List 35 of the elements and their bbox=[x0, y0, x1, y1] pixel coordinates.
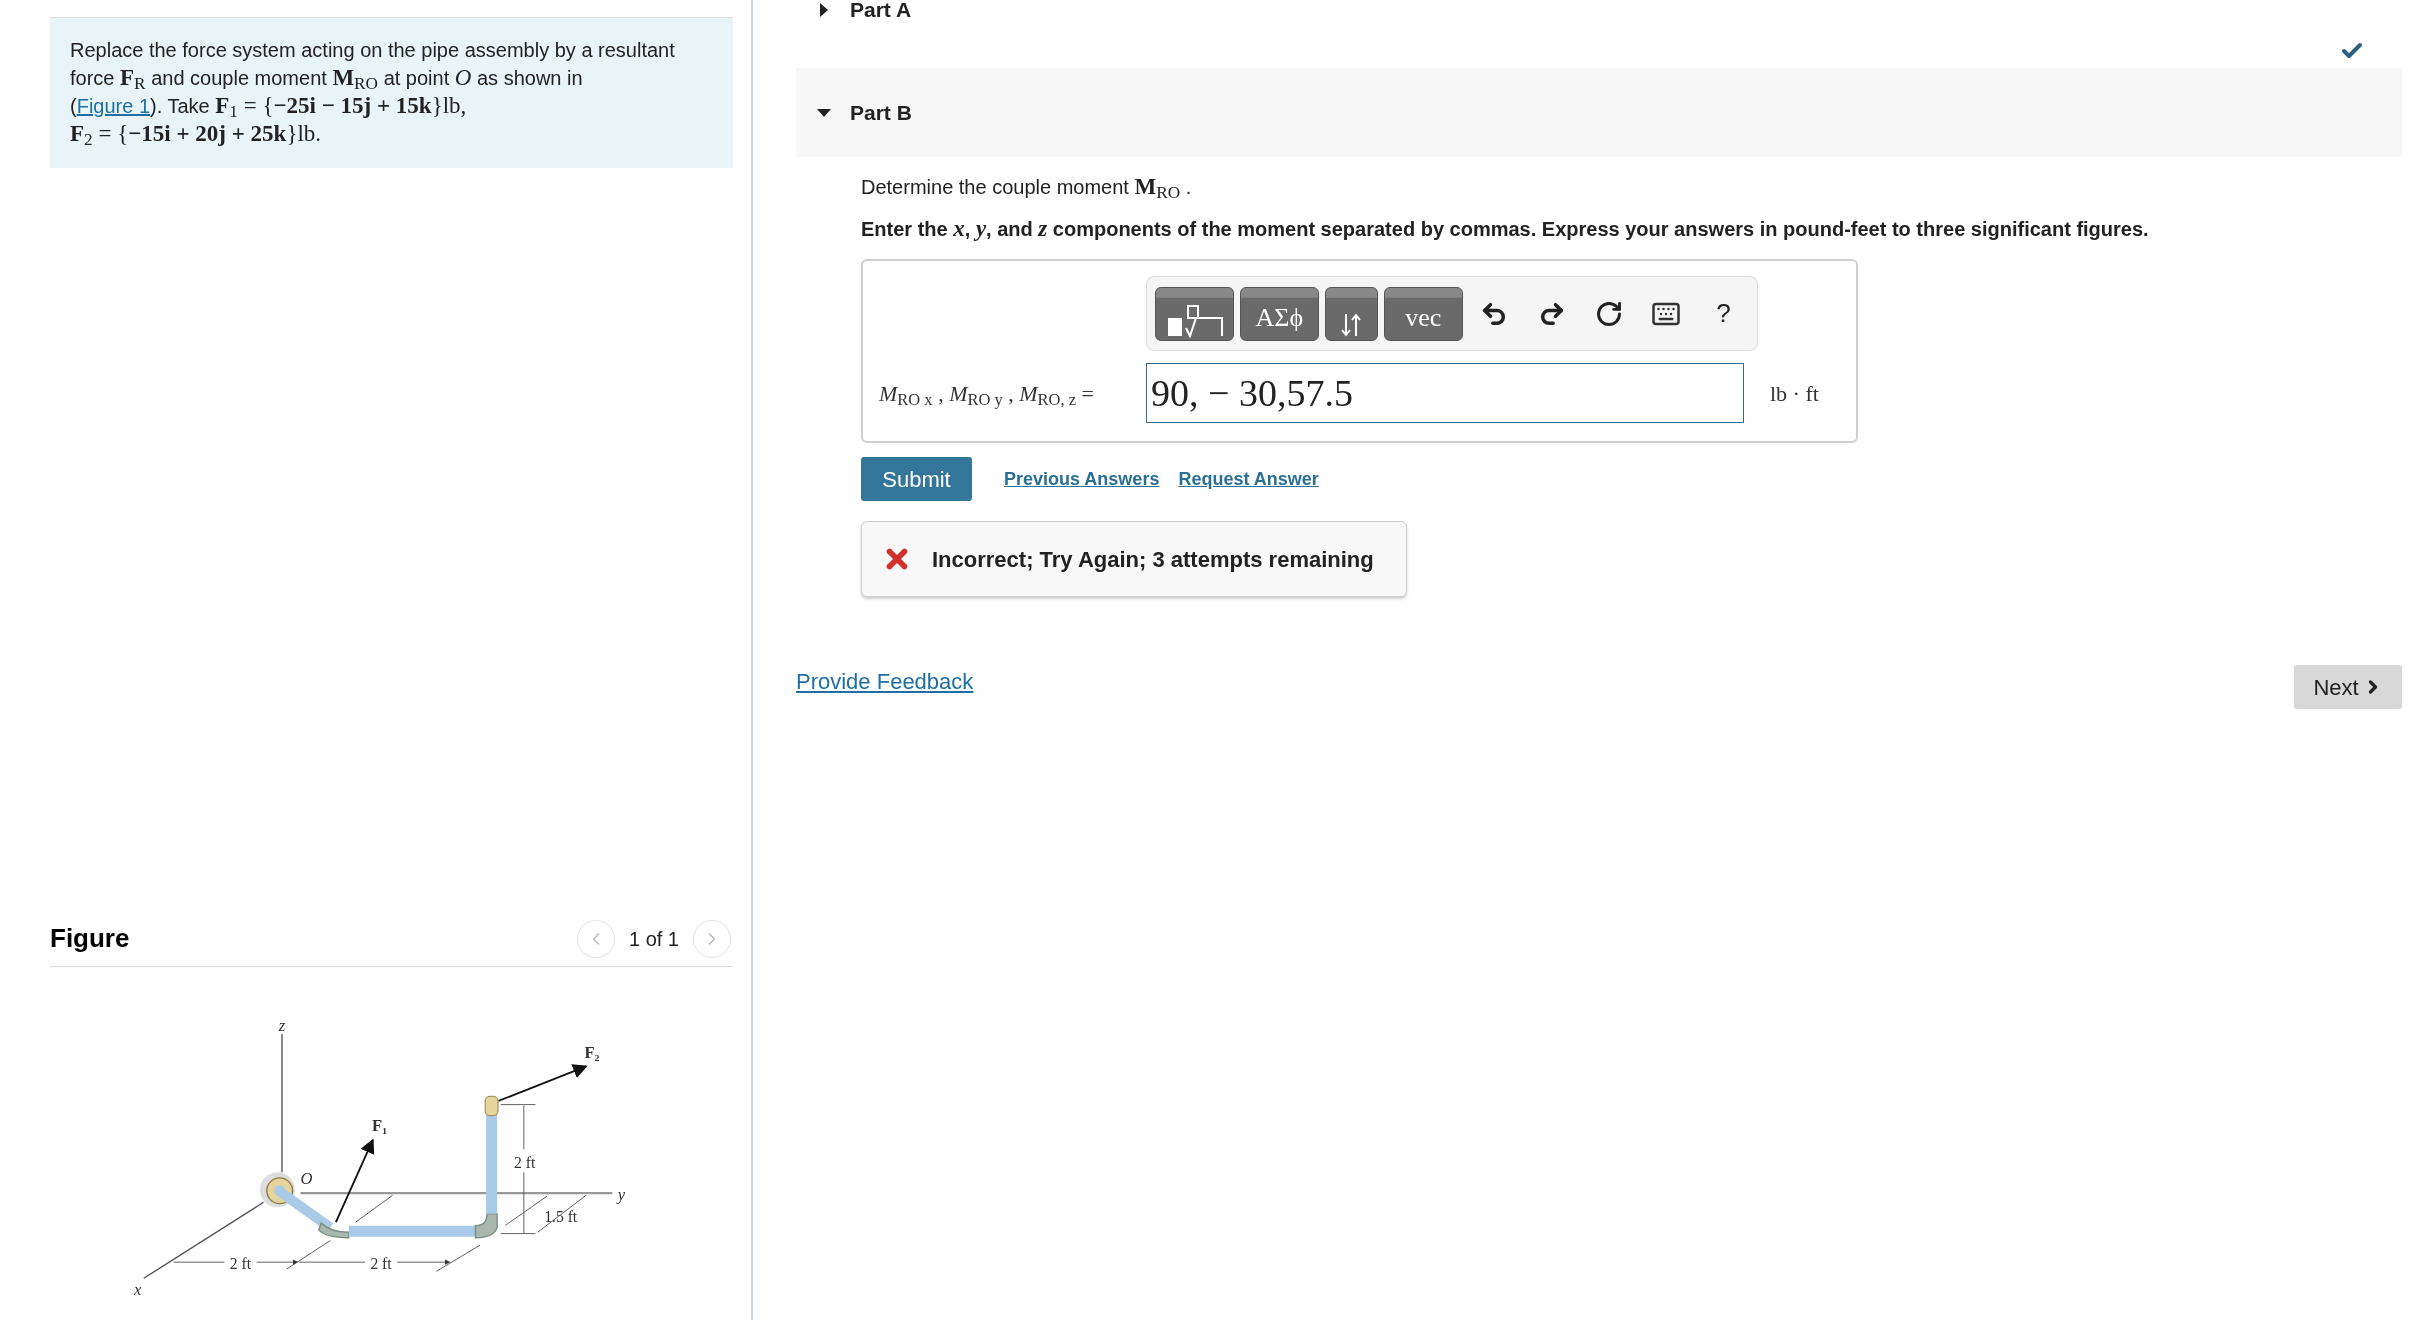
axis-label: y bbox=[617, 1185, 626, 1205]
axis-label: z bbox=[278, 1016, 286, 1035]
submit-button[interactable]: Submit bbox=[861, 457, 972, 501]
figure-heading: Figure bbox=[50, 922, 130, 955]
symbol-tool-button[interactable]: vec bbox=[1383, 286, 1463, 341]
answer-field[interactable]: 90, − 30,57.5 bbox=[1146, 363, 1744, 423]
point-label: O bbox=[300, 1169, 313, 1189]
answer-label: M$_{RO x}$ , M$_{RO y}$ , M$_{RO, z}$ = bbox=[879, 379, 1095, 410]
dimension-label: 2 ft bbox=[370, 1255, 392, 1272]
part-header[interactable]: Part A bbox=[816, 0, 912, 26]
units-label: lb · ft bbox=[1770, 379, 1819, 408]
force-label: F₂ bbox=[584, 1042, 600, 1062]
question-prompt: Determine the couple moment M$_{RO}$ . bbox=[861, 175, 1193, 199]
figure-link[interactable]: Figure 1 bbox=[76, 95, 151, 117]
feedback-message: Incorrect; Try Again; 3 attempts remaining bbox=[932, 545, 1374, 574]
axis-label: x bbox=[134, 1280, 142, 1299]
part-title: Part B bbox=[850, 99, 912, 126]
provide-feedback-link[interactable]: Provide Feedback bbox=[796, 665, 974, 709]
part-header-bar[interactable]: Part B bbox=[796, 68, 2402, 157]
force-label: F₁ bbox=[372, 1116, 388, 1135]
reset-icon bbox=[1594, 299, 1623, 328]
answer-link[interactable]: Request Answer bbox=[1178, 465, 1319, 493]
dimension-label: 1.5 ft bbox=[544, 1208, 578, 1225]
dimension-label: 2 ft bbox=[229, 1255, 252, 1272]
figure-pager: 1 of 1 bbox=[628, 926, 679, 952]
symbol-tool-button[interactable]: ΑΣϕ bbox=[1239, 286, 1319, 341]
templates-button[interactable] bbox=[1155, 286, 1234, 341]
arrows-tool-button[interactable] bbox=[1324, 286, 1378, 341]
answer-link[interactable]: Previous Answers bbox=[1004, 465, 1160, 493]
answer-instructions: Enter the x, y, and z components of the moment separated by commas. Express your answers in pound-feet to three significant figures. bbox=[861, 217, 2150, 241]
next-button[interactable]: Next bbox=[2294, 665, 2402, 709]
problem-statement: Replace the force system acting on the pipe assembly by a resultant force F$_{R}$ and couple moment M$_{RO}$ at point O as shown in (Figure 1). Take F$_{1}$ = {−25i − 15j + 15k}lb, F$_{2}$ = {−15i + 20j + 25k}lb. bbox=[50, 17, 733, 168]
up-down-arrows-icon bbox=[1340, 311, 1363, 338]
help-button[interactable]: ? bbox=[1697, 286, 1749, 341]
dimension-label: 2 ft bbox=[514, 1153, 536, 1171]
